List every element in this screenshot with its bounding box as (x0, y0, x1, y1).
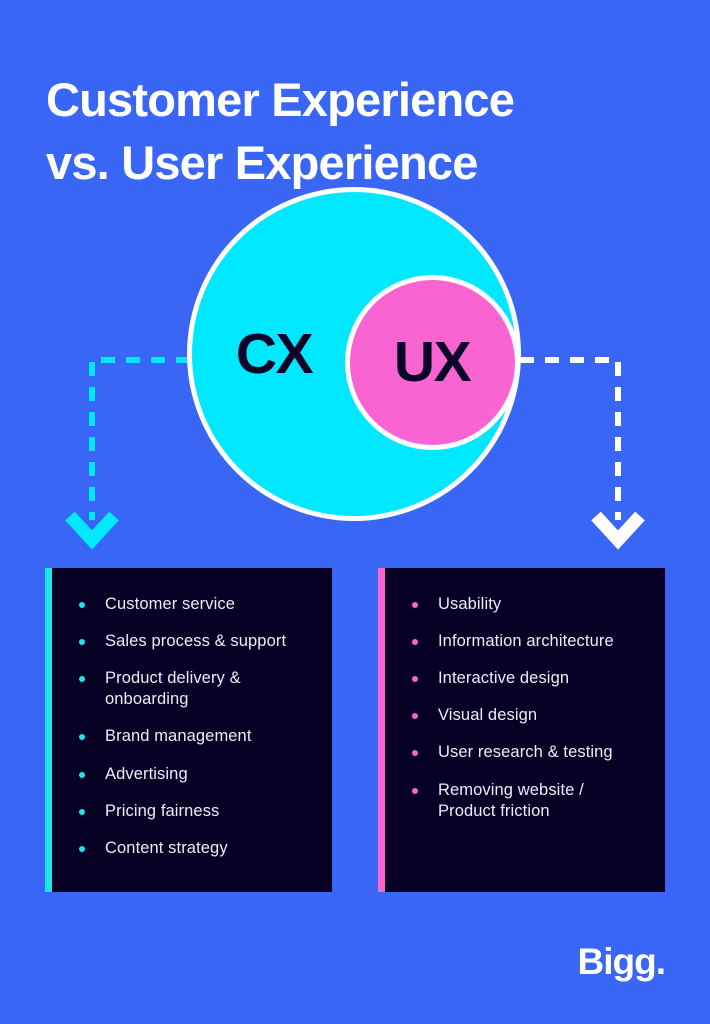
list-item: Interactive design (412, 668, 651, 689)
ux-circle-label: UX (393, 330, 472, 394)
page-title: Customer Experience vs. User Experience (46, 73, 515, 189)
cx-bullet-list: Customer service Sales process & support P… (79, 594, 318, 859)
cx-list-card: Customer service Sales process & support P… (45, 568, 332, 892)
list-item: Sales process & support (79, 631, 318, 652)
list-item: Advertising (79, 764, 318, 785)
list-item: Pricing fairness (79, 801, 318, 822)
list-item: Removing website / Product friction (412, 780, 651, 822)
list-item: Customer service (79, 594, 318, 615)
cx-circle-label: CX (235, 322, 314, 386)
ux-bullet-list: Usability Information architecture Interac… (412, 594, 651, 822)
list-item: Information architecture (412, 631, 651, 652)
ux-list-card: Usability Information architecture Interac… (378, 568, 665, 892)
list-item: Visual design (412, 705, 651, 726)
cx-card-body: Customer service Sales process & support P… (52, 568, 332, 892)
ux-accent-bar (378, 568, 385, 892)
brand-logo: Bigg. (577, 941, 666, 982)
cx-connector (65, 357, 190, 550)
list-item: Content strategy (79, 838, 318, 859)
list-item: Usability (412, 594, 651, 615)
cx-accent-bar (45, 568, 52, 892)
ux-card-body: Usability Information architecture Interac… (385, 568, 665, 892)
list-item: Product delivery & onboarding (79, 668, 318, 710)
list-item: Brand management (79, 726, 318, 747)
ux-connector (520, 357, 645, 550)
list-item: User research & testing (412, 742, 651, 763)
infographic-canvas: Customer Experience vs. User Experience … (0, 0, 710, 1024)
